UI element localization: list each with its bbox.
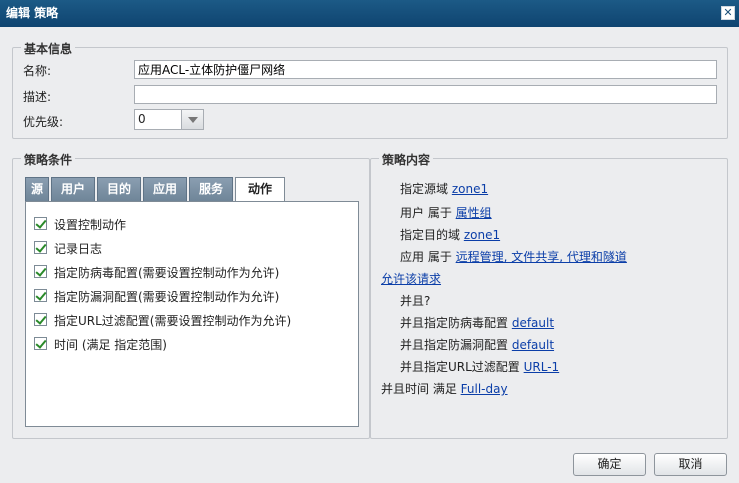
line-text: 并且指定URL过滤配置 — [400, 360, 524, 374]
priority-label: 优先级: — [23, 115, 64, 129]
checkbox-checked-icon[interactable] — [34, 289, 47, 302]
tab-service[interactable]: 服务 — [189, 177, 233, 201]
checkbox-checked-icon[interactable] — [34, 241, 47, 254]
tab-action[interactable]: 动作 — [235, 177, 285, 202]
destination-zone-link[interactable]: zone1 — [464, 228, 500, 242]
user-group-link[interactable]: 属性组 — [456, 206, 492, 220]
checkbox-label: 设置控制动作 — [54, 218, 127, 232]
basic-info-title: 基本信息 — [21, 40, 76, 57]
policy-content-group: 策略内容 指定源域 zone1 用户 属于 属性组 指定目的域 zone1 应用… — [370, 151, 728, 439]
description-field[interactable] — [134, 85, 717, 104]
policy-conditions-group: 策略条件 源 用户 目的 应用 服务 动作 设置控制动作 记录日志 指定防病毒配… — [12, 151, 370, 439]
policy-conditions-title: 策略条件 — [21, 151, 76, 168]
checkbox-checked-icon[interactable] — [34, 217, 47, 230]
application-line: 应用 属于 远程管理, 文件共享, 代理和隧道 — [400, 248, 627, 265]
line-text: 指定目的域 — [400, 228, 464, 242]
dialog-titlebar: 编辑 策略 ✕ — [0, 0, 739, 27]
time-link[interactable]: Full-day — [461, 382, 508, 396]
line-text: 并且指定防病毒配置 — [400, 316, 512, 330]
checkbox-checked-icon[interactable] — [34, 313, 47, 326]
name-label: 名称: — [23, 64, 52, 78]
cancel-button[interactable]: 取消 — [654, 453, 727, 476]
vulnerability-link[interactable]: default — [512, 338, 554, 352]
description-label: 描述: — [23, 90, 52, 104]
time-line: 并且时间 满足 Full-day — [381, 380, 508, 397]
line-text: 并且指定防漏洞配置 — [400, 338, 512, 352]
tab-application[interactable]: 应用 — [143, 177, 187, 201]
checkbox-label: 指定防漏洞配置(需要设置控制动作为允许) — [54, 290, 280, 304]
close-icon[interactable]: ✕ — [721, 6, 735, 20]
allow-request-line: 允许该请求 — [381, 270, 441, 287]
policy-content-title: 策略内容 — [379, 151, 434, 168]
checkbox-label: 记录日志 — [54, 242, 103, 256]
checkbox-label: 指定防病毒配置(需要设置控制动作为允许) — [54, 266, 280, 280]
dialog-title: 编辑 策略 — [6, 6, 59, 20]
tab-source[interactable]: 源 — [25, 177, 49, 201]
tab-user[interactable]: 用户 — [51, 177, 95, 201]
checkbox-checked-icon[interactable] — [34, 265, 47, 278]
user-line: 用户 属于 属性组 — [400, 204, 492, 221]
url-filter-line: 并且指定URL过滤配置 URL-1 — [400, 358, 559, 375]
chevron-down-icon[interactable] — [181, 110, 203, 129]
basic-info-group: 基本信息 名称: 描述: 优先级: 0 — [12, 40, 728, 139]
url-filter-link[interactable]: URL-1 — [524, 360, 560, 374]
checkbox-label: 指定URL过滤配置(需要设置控制动作为允许) — [54, 314, 292, 328]
antivirus-link[interactable]: default — [512, 316, 554, 330]
priority-value: 0 — [138, 112, 146, 126]
line-text: 指定源域 — [400, 182, 452, 196]
destination-zone-line: 指定目的域 zone1 — [400, 226, 500, 243]
ok-button[interactable]: 确定 — [573, 453, 646, 476]
source-zone-line: 指定源域 zone1 — [400, 180, 488, 197]
and-question-line: 并且? — [400, 294, 431, 308]
application-link[interactable]: 远程管理, 文件共享, 代理和隧道 — [456, 250, 627, 264]
checkbox-label: 时间 (满足 指定范围) — [54, 338, 167, 352]
line-text: 并且时间 满足 — [381, 382, 461, 396]
name-field[interactable] — [134, 60, 717, 79]
checkbox-checked-icon[interactable] — [34, 337, 47, 350]
vulnerability-line: 并且指定防漏洞配置 default — [400, 336, 554, 353]
tab-destination[interactable]: 目的 — [97, 177, 141, 201]
action-tab-panel: 设置控制动作 记录日志 指定防病毒配置(需要设置控制动作为允许) 指定防漏洞配置… — [25, 201, 359, 427]
allow-request-link[interactable]: 允许该请求 — [381, 272, 441, 286]
priority-select[interactable]: 0 — [134, 109, 204, 130]
line-text: 应用 属于 — [400, 250, 456, 264]
antivirus-line: 并且指定防病毒配置 default — [400, 314, 554, 331]
line-text: 用户 属于 — [400, 206, 456, 220]
source-zone-link[interactable]: zone1 — [452, 182, 488, 196]
